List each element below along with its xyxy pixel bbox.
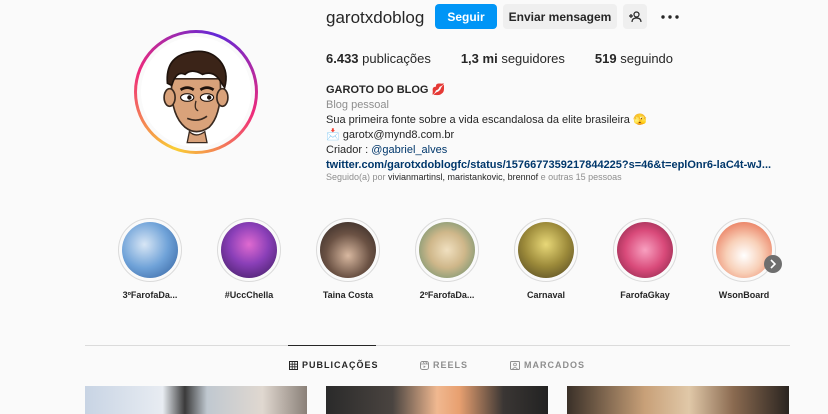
send-message-button[interactable]: Enviar mensagem (503, 4, 617, 29)
avatar-image (141, 37, 251, 147)
bio-email: 📩 garotx@mynd8.com.br (326, 129, 455, 141)
chevron-right-icon (770, 259, 777, 269)
profile-bio: GAROTO DO BLOG 💋 Blog pessoal Sua primei… (326, 83, 806, 173)
cartoon-face-icon (141, 37, 251, 147)
highlight-item[interactable]: FarofaGkay (610, 218, 680, 300)
post-thumbnail[interactable] (326, 386, 548, 414)
highlight-image (419, 222, 475, 278)
highlight-item[interactable]: Taina Costa (313, 218, 383, 300)
highlight-ring (415, 218, 479, 282)
profile-display-name: GAROTO DO BLOG 💋 (326, 84, 446, 96)
highlight-label: Carnaval (526, 290, 566, 300)
profile-avatar[interactable] (134, 30, 258, 154)
followed-by-prefix: Seguido(a) por (326, 172, 389, 182)
highlight-image (122, 222, 178, 278)
followers-stat[interactable]: 1,3 mi seguidores (461, 51, 565, 66)
followed-by-suffix: e outras 15 pessoas (538, 172, 622, 182)
posts-count: 6.433 (326, 51, 359, 66)
highlight-image (221, 222, 277, 278)
posts-stat: 6.433 publicações (326, 51, 431, 66)
more-icon (661, 15, 679, 19)
highlight-item[interactable]: Carnaval (511, 218, 581, 300)
tab-reels[interactable]: REELS (420, 360, 468, 370)
posts-label: publicações (362, 51, 431, 66)
highlight-label: #UccChella (224, 290, 274, 300)
highlight-ring (514, 218, 578, 282)
creator-handle-link[interactable]: @gabriel_alves (371, 144, 447, 156)
highlight-item[interactable]: 3ºFarofaDa... (115, 218, 185, 300)
profile-username: garotxdoblog (326, 8, 425, 27)
bio-creator: Criador : @gabriel_alves (326, 143, 806, 158)
active-tab-indicator (288, 345, 376, 346)
tab-posts[interactable]: PUBLICAÇÕES (289, 360, 379, 370)
following-label: seguindo (620, 51, 674, 66)
highlight-ring (712, 218, 776, 282)
profile-category: Blog pessoal (326, 99, 389, 111)
followers-label: seguidores (501, 51, 565, 66)
tabs-divider (85, 345, 790, 346)
add-user-icon (629, 10, 642, 22)
post-thumbnail[interactable] (85, 386, 307, 414)
tagged-icon (510, 360, 520, 370)
highlight-image (716, 222, 772, 278)
highlight-image (617, 222, 673, 278)
highlight-label: 2ºFarofaDa... (419, 290, 475, 300)
bio-line: Sua primeira fonte sobre a vida escandal… (326, 114, 647, 126)
highlight-ring (613, 218, 677, 282)
suggest-similar-button[interactable] (623, 4, 647, 29)
highlights-next-button[interactable] (764, 255, 782, 273)
highlight-item[interactable]: #UccChella (214, 218, 284, 300)
reels-icon (420, 360, 429, 370)
highlight-label: Taina Costa (322, 290, 374, 300)
followers-count: 1,3 mi (460, 51, 498, 66)
highlight-item[interactable]: 2ºFarofaDa... (412, 218, 482, 300)
profile-stats: 6.433 publicações 1,3 mi seguidores 519 … (326, 51, 703, 66)
creator-prefix: Criador : (326, 144, 372, 156)
following-stat[interactable]: 519 seguindo (595, 51, 673, 66)
highlight-ring (217, 218, 281, 282)
grid-icon (289, 360, 298, 370)
tab-reels-label: REELS (433, 360, 469, 370)
follow-button[interactable]: Seguir (435, 4, 497, 29)
avatar-border (137, 33, 255, 151)
post-thumbnail[interactable] (567, 386, 789, 414)
bio-external-link[interactable]: twitter.com/garotxdoblogfc/status/157667… (326, 158, 806, 173)
highlight-label: FarofaGkay (620, 290, 670, 300)
tab-posts-label: PUBLICAÇÕES (302, 360, 379, 370)
following-count: 519 (594, 51, 617, 66)
followed-by-names: vivianmartinsl, maristankovic, brennof (388, 172, 539, 182)
highlight-image (320, 222, 376, 278)
tab-tagged-label: MARCADOS (524, 360, 585, 370)
tab-tagged[interactable]: MARCADOS (510, 360, 585, 370)
highlight-ring (118, 218, 182, 282)
highlight-label: WsonBoard (718, 290, 770, 300)
more-options-button[interactable] (660, 8, 680, 26)
highlight-image (518, 222, 574, 278)
highlight-label: 3ºFarofaDa... (122, 290, 178, 300)
highlight-ring (316, 218, 380, 282)
followed-by[interactable]: Seguido(a) por vivianmartinsl, maristank… (326, 172, 622, 182)
